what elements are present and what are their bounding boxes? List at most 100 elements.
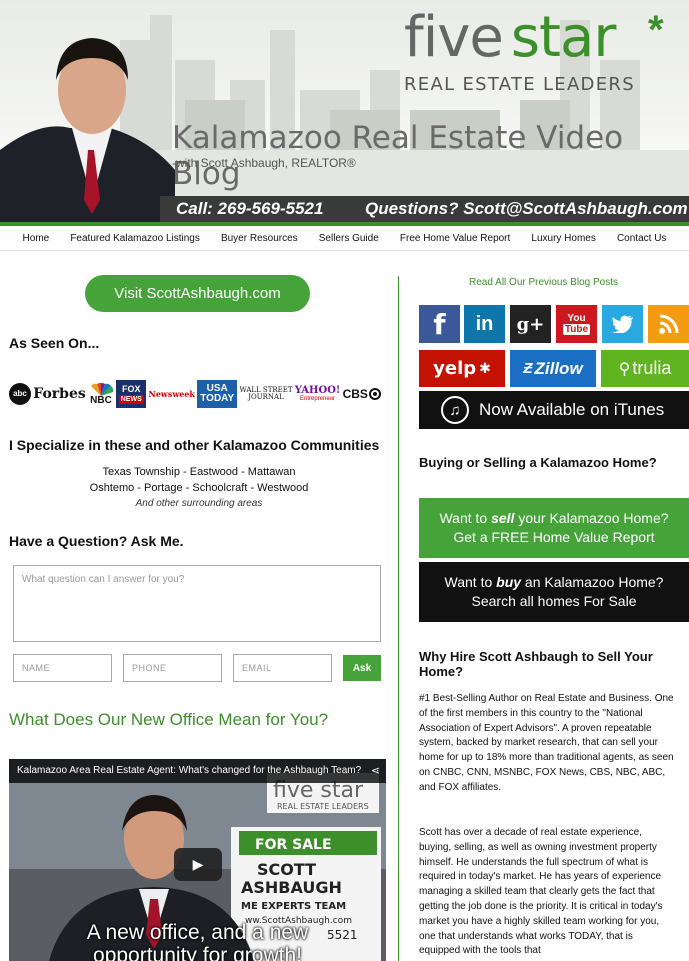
why-hire-heading: Why Hire Scott Ashbaugh to Sell Your Hom… <box>419 649 653 679</box>
video-sign-tagline-text: REAL ESTATE LEADERS <box>277 802 369 811</box>
phone-number[interactable]: Call: 269-569-5521 <box>176 199 323 219</box>
sell-cta-line-2: Get a FREE Home Value Report <box>453 529 655 545</box>
blog-subtitle: -with Scott Ashbaugh, REALTOR® <box>172 156 356 170</box>
video-sign-line3-text: ME EXPERTS TEAM <box>241 901 346 912</box>
wsj-bottom-text: JOURNAL <box>248 393 284 401</box>
yahoo-entrepreneur-logo: YAHOO! Entrepreneur <box>294 385 341 403</box>
column-divider <box>398 276 399 961</box>
logo-tagline: REAL ESTATE LEADERS <box>404 74 635 95</box>
cbs-text: CBS <box>342 387 368 401</box>
fivestar-logo[interactable]: five star <box>404 5 616 70</box>
email-field[interactable]: EMAIL <box>233 654 332 682</box>
video-sign-forsale-text: FOR SALE <box>255 837 332 853</box>
nbc-peacock-icon <box>91 382 113 396</box>
twitter-icon[interactable] <box>602 305 643 343</box>
youtube-bottom-text: Tube <box>562 324 591 335</box>
fox-news-text: NEWS <box>118 394 144 404</box>
communities-line-3: And other surrounding areas <box>135 498 263 509</box>
video-sign-line1-text: SCOTT <box>257 860 316 879</box>
today-text: TODAY <box>200 393 235 404</box>
yelp-burst-icon: ✱ <box>479 360 491 377</box>
sell-cta-pre: Want to <box>439 510 492 526</box>
phone-field[interactable]: PHONE <box>123 654 222 682</box>
linkedin-icon[interactable]: in <box>464 305 505 343</box>
entrepreneur-text: Entrepreneur <box>300 396 336 402</box>
agent-portrait-image <box>0 38 175 226</box>
communities-line-1: Texas Township - Eastwood - Mattawan <box>102 466 296 478</box>
buy-home-cta[interactable]: Want to buy an Kalamazoo Home? Search al… <box>419 562 689 622</box>
fox-news-logo: FOX NEWS <box>116 380 147 408</box>
ask-button[interactable]: Ask <box>343 655 381 681</box>
yelp-icon[interactable]: yelp ✱ <box>419 350 505 387</box>
facebook-icon[interactable]: f <box>419 305 460 343</box>
buy-cta-pre: Want to <box>444 574 497 590</box>
site-header: five star * REAL ESTATE LEADERS Kalamazoo… <box>0 0 689 226</box>
nav-buyer-resources[interactable]: Buyer Resources <box>221 233 298 244</box>
video-title[interactable]: Kalamazoo Area Real Estate Agent: What's… <box>9 759 386 783</box>
zillow-text: Zillow <box>534 358 583 378</box>
sell-cta-emphasis: sell <box>491 510 515 526</box>
buy-cta-emphasis: buy <box>496 574 522 590</box>
trulia-text: trulia <box>632 358 672 378</box>
abc-logo: abc <box>9 383 31 405</box>
question-textarea[interactable]: What question can I answer for you? <box>13 565 381 642</box>
nav-free-home-value[interactable]: Free Home Value Report <box>400 233 510 244</box>
video-caption-line-2: opportunity for growth! <box>93 944 302 961</box>
why-hire-paragraph-2: Scott has over a decade of real estate e… <box>419 827 663 957</box>
main-nav: Home Featured Kalamazoo Listings Buyer R… <box>0 226 689 251</box>
nav-luxury-homes[interactable]: Luxury Homes <box>531 233 595 244</box>
play-button-icon[interactable]: ▶ <box>174 848 222 881</box>
sell-cta-line-1: Want to sell your Kalamazoo Home? <box>439 509 668 528</box>
fox-text: FOX <box>122 383 141 394</box>
why-hire-paragraph-1: #1 Best-Selling Author on Real Estate an… <box>419 693 674 793</box>
share-icon[interactable]: ⋖ <box>371 764 380 777</box>
contact-bar: Call: 269-569-5521 Questions? Scott@Scot… <box>160 196 689 223</box>
usa-today-logo: USA TODAY <box>197 380 238 408</box>
video-player[interactable]: five star REAL ESTATE LEADERS FOR SALE S… <box>9 759 386 961</box>
video-caption: A new office, and a new opportunity for … <box>9 921 386 961</box>
buy-cta-post: an Kalamazoo Home? <box>521 574 664 590</box>
wsj-logo: WALL STREET JOURNAL <box>239 387 292 401</box>
zillow-z-icon: Ƶ <box>523 360 533 377</box>
nav-home[interactable]: Home <box>23 233 50 244</box>
rss-feed-icon <box>658 314 678 334</box>
sell-home-cta[interactable]: Want to sell your Kalamazoo Home? Get a … <box>419 498 689 558</box>
zillow-icon[interactable]: Ƶ Zillow <box>510 350 596 387</box>
communities-list: Texas Township - Eastwood - Mattawan Osh… <box>0 464 398 512</box>
music-note-icon: ♫ <box>441 396 469 424</box>
youtube-top-text: You <box>567 313 586 324</box>
googleplus-icon[interactable]: g+ <box>510 305 551 343</box>
communities-line-2: Oshtemo - Portage - Schoolcraft - Westwo… <box>89 482 309 494</box>
email-contact[interactable]: Questions? Scott@ScottAshbaugh.com <box>365 199 688 219</box>
itunes-banner[interactable]: ♫ Now Available on iTunes <box>419 391 689 429</box>
logo-star-text: star <box>510 5 616 70</box>
ask-heading: Have a Question? Ask Me. <box>9 533 184 549</box>
trulia-icon[interactable]: ⚲ trulia <box>601 350 689 387</box>
office-heading: What Does Our New Office Mean for You? <box>9 710 329 729</box>
cbs-eye-icon <box>368 388 381 400</box>
logo-five-text: five <box>404 5 504 70</box>
as-seen-on-heading: As Seen On... <box>9 335 100 351</box>
visit-site-button[interactable]: Visit ScottAshbaugh.com <box>85 275 310 312</box>
specialize-heading: I Specialize in these and other Kalamazo… <box>9 437 380 453</box>
yelp-text: yelp <box>433 358 477 379</box>
newsweek-logo: Newsweek <box>148 389 195 399</box>
nbc-logo: NBC <box>88 382 114 406</box>
video-sign-line2-text: ASHBAUGH <box>241 878 342 897</box>
nav-sellers-guide[interactable]: Sellers Guide <box>319 233 379 244</box>
forbes-logo: Forbes <box>33 386 86 402</box>
previous-posts-link[interactable]: Read All Our Previous Blog Posts <box>398 277 689 288</box>
youtube-icon[interactable]: You Tube <box>556 305 597 343</box>
video-caption-line-1: A new office, and a new <box>86 921 309 944</box>
nav-featured-listings[interactable]: Featured Kalamazoo Listings <box>70 233 200 244</box>
yahoo-text: YAHOO! <box>294 385 341 396</box>
trulia-pin-icon: ⚲ <box>618 360 631 378</box>
logo-asterisk-icon: * <box>648 8 664 52</box>
nav-contact-us[interactable]: Contact Us <box>617 233 666 244</box>
cbs-logo: CBS <box>343 388 381 400</box>
itunes-label: Now Available on iTunes <box>479 400 665 419</box>
rss-icon[interactable] <box>648 305 689 343</box>
name-field[interactable]: NAME <box>13 654 112 682</box>
buy-cta-line-1: Want to buy an Kalamazoo Home? <box>445 573 664 592</box>
nbc-text: NBC <box>90 395 112 406</box>
